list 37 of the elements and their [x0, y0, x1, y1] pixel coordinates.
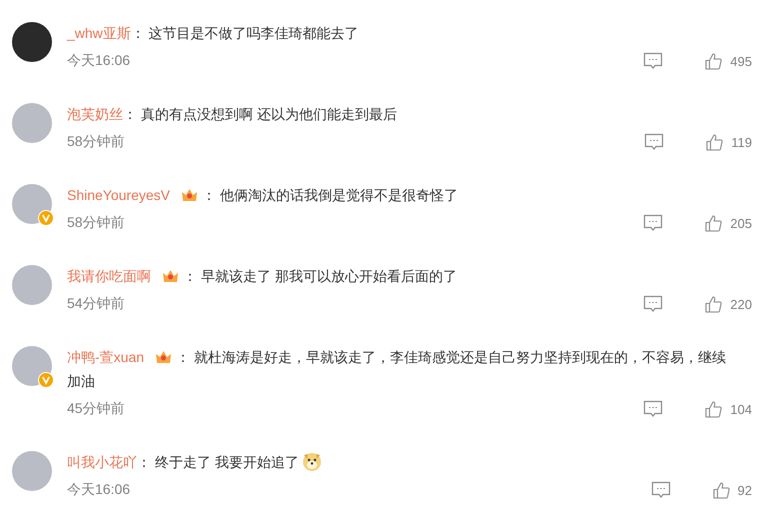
reply-icon[interactable]: [643, 400, 664, 418]
reply-icon[interactable]: [643, 52, 664, 70]
avatar-placeholder[interactable]: [12, 22, 52, 62]
like-button[interactable]: 119: [706, 134, 752, 150]
like-button[interactable]: 205: [705, 214, 752, 232]
comment-text: 我请你吃面啊 ： 早就该走了 那我可以放心开始看后面的了: [67, 266, 458, 287]
username-link[interactable]: 泡芙奶丝: [67, 106, 123, 122]
reply-icon[interactable]: [650, 481, 671, 499]
username-link[interactable]: 我请你吃面啊: [67, 268, 151, 284]
thumbs-up-icon: [705, 296, 722, 312]
reply-icon[interactable]: [643, 214, 664, 232]
username-link[interactable]: ShineYoureyesV: [67, 187, 170, 203]
thumbs-up-icon: [705, 52, 722, 70]
comment-text: ShineYoureyesV ： 他俩淘汰的话我倒是觉得不是很奇怪了: [67, 185, 459, 206]
thumbs-up-icon: [712, 482, 730, 498]
reply-icon[interactable]: [643, 295, 664, 313]
comment-time: 今天16:06: [67, 52, 132, 70]
like-button[interactable]: 495: [705, 52, 752, 70]
username-link[interactable]: 冲鸭-萱xuan: [67, 349, 144, 365]
reply-icon[interactable]: [644, 133, 664, 151]
comment-text: 叫我小花吖： 终于走了 我要开始追了: [67, 450, 752, 474]
username-link[interactable]: _whw亚斯: [67, 25, 131, 41]
comment-time: 54分钟前: [67, 295, 126, 313]
comment-time: 今天16:06: [67, 481, 132, 499]
username-link[interactable]: 叫我小花吖: [67, 454, 137, 470]
comment-time: 58分钟前: [67, 214, 126, 232]
like-button[interactable]: 220: [705, 296, 752, 312]
thumbs-up-icon: [705, 400, 722, 418]
like-button[interactable]: 104: [705, 400, 752, 418]
comment-time: 58分钟前: [67, 133, 126, 151]
comment-text: _whw亚斯： 这节目是不做了吗李佳琦都能去了: [67, 24, 360, 43]
like-button[interactable]: 92: [712, 482, 752, 498]
comment-text: 冲鸭-萱xuan ： 就杜海涛是好走，早就该走了，李佳琦感觉还是自己努力坚持到现在的，不容易，继续加油: [67, 347, 727, 391]
thumbs-up-icon: [706, 134, 724, 150]
thumbs-up-icon: [705, 214, 722, 232]
comment-text: 泡芙奶丝： 真的有点没想到啊 还以为他们能走到最后: [67, 105, 398, 124]
comment-time: 45分钟前: [67, 400, 126, 418]
